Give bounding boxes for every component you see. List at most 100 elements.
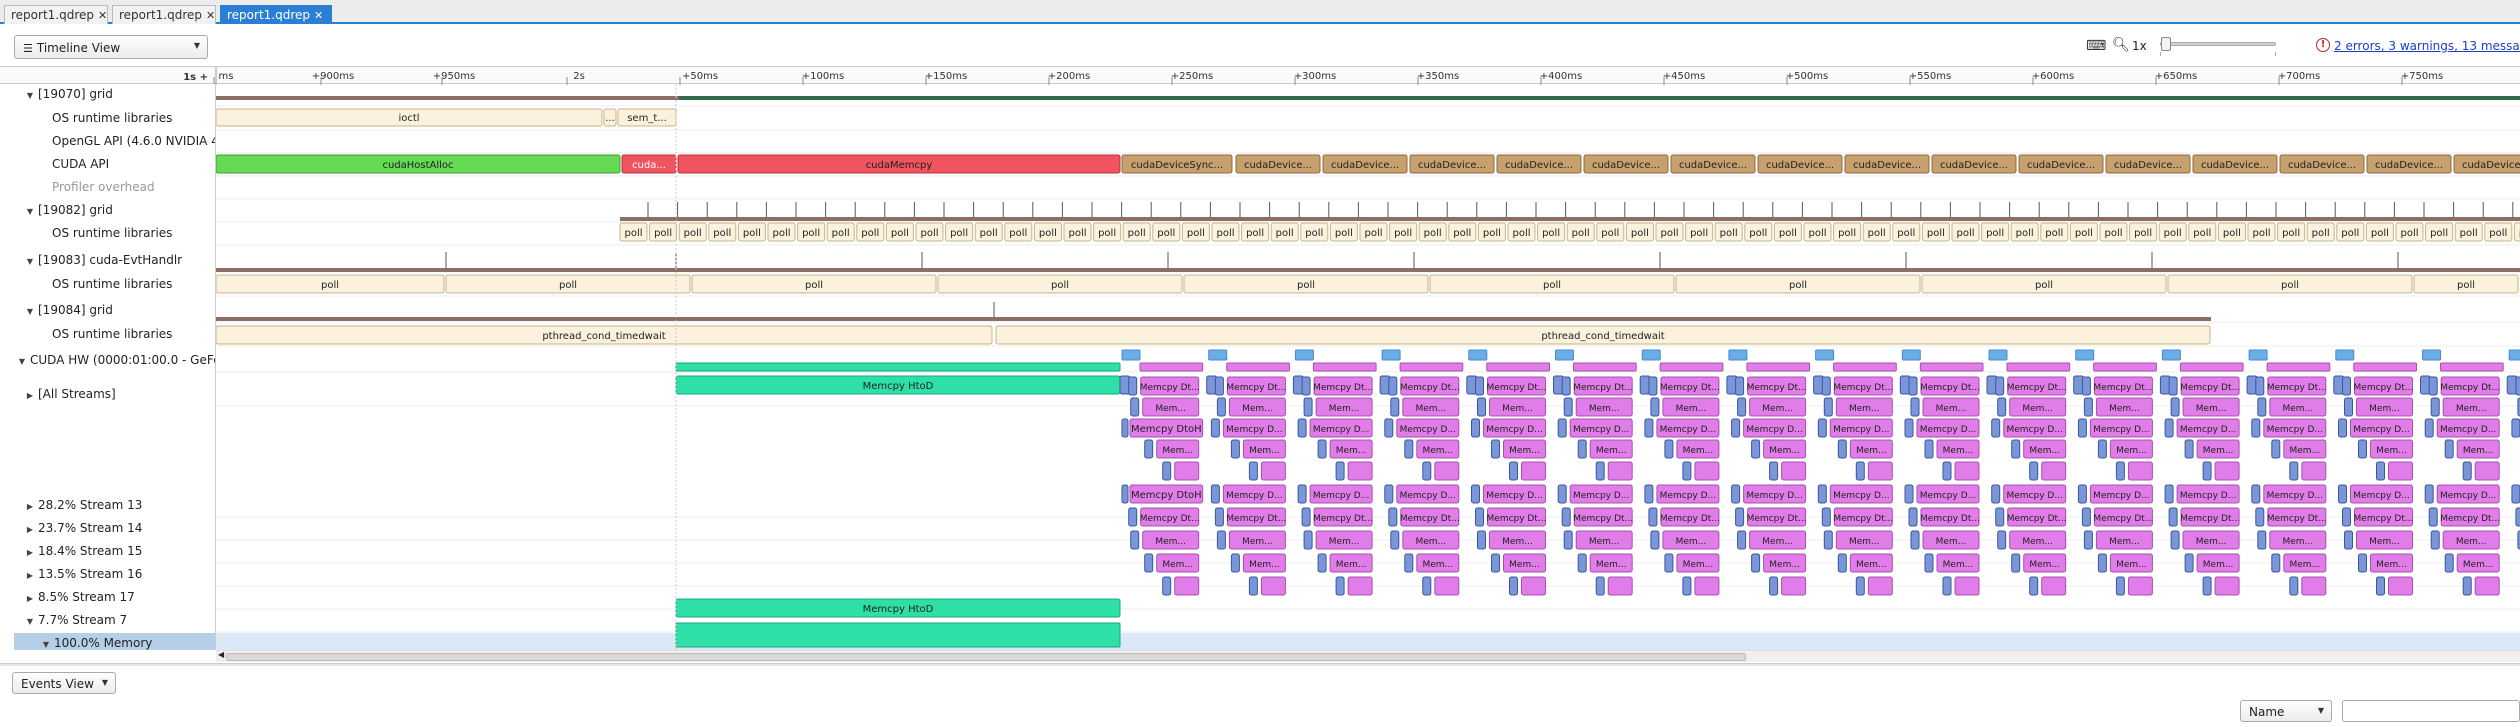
zoom-slider[interactable] xyxy=(2160,37,2276,51)
kernel-event[interactable] xyxy=(1301,507,1311,527)
kernel-event[interactable] xyxy=(1563,397,1573,417)
thread-activity-bar[interactable] xyxy=(216,317,2211,321)
kernel-event[interactable] xyxy=(1121,484,1129,504)
kernel-event[interactable] xyxy=(1644,484,1654,504)
kernel-event[interactable] xyxy=(1991,418,2001,438)
kernel-event[interactable] xyxy=(1509,461,1518,481)
hw-summary-bar[interactable] xyxy=(1833,362,1897,372)
kernel-event[interactable] xyxy=(2344,530,2353,550)
kernel-event[interactable] xyxy=(1821,376,1831,396)
row-label[interactable]: ▼ [19083] cuda-EvtHandlr xyxy=(14,250,215,270)
hw-summary-bar[interactable] xyxy=(2179,362,2244,372)
memcpy-event[interactable] xyxy=(1607,461,1633,481)
kernel-event[interactable] xyxy=(1731,418,1741,438)
expand-triangle-icon[interactable]: ▼ xyxy=(22,302,38,320)
kernel-event[interactable] xyxy=(2511,418,2520,438)
kernel-event[interactable] xyxy=(1388,376,1398,396)
kernel-event[interactable] xyxy=(1390,530,1400,550)
kernel-event[interactable] xyxy=(2428,376,2438,396)
kernel-event[interactable] xyxy=(2342,507,2351,527)
collapse-triangle-icon[interactable]: ▶ xyxy=(22,566,38,584)
kernel-event[interactable] xyxy=(2376,461,2385,481)
hw-kernel-summary[interactable] xyxy=(1468,349,1488,361)
kernel-event[interactable] xyxy=(1904,418,1914,438)
memcpy-event[interactable] xyxy=(2214,576,2240,596)
tab-report-2[interactable]: report1.qdrep ✕ xyxy=(112,5,216,24)
kernel-event[interactable] xyxy=(1404,553,1414,573)
close-icon[interactable]: ✕ xyxy=(206,9,215,22)
kernel-event[interactable] xyxy=(1214,507,1224,527)
kernel-event[interactable] xyxy=(1942,461,1952,481)
kernel-event[interactable] xyxy=(1317,439,1327,459)
kernel-event[interactable] xyxy=(1769,461,1779,481)
hw-kernel-summary[interactable] xyxy=(2075,349,2095,361)
kernel-event[interactable] xyxy=(2338,418,2347,438)
kernel-event[interactable] xyxy=(2251,484,2261,504)
row-label[interactable]: ▼ [19084] grid xyxy=(14,300,215,320)
hw-kernel-summary[interactable] xyxy=(1294,349,1314,361)
kernel-event[interactable] xyxy=(1682,461,1692,481)
kernel-event[interactable] xyxy=(1162,576,1172,596)
collapse-triangle-icon[interactable]: ▶ xyxy=(22,543,38,561)
hw-summary-bar[interactable] xyxy=(1659,362,1724,372)
kernel-event[interactable] xyxy=(1731,484,1741,504)
row-label[interactable]: CUDA API xyxy=(14,154,215,174)
kernel-event[interactable] xyxy=(2164,484,2174,504)
kernel-event[interactable] xyxy=(1210,418,1220,438)
kernel-event[interactable] xyxy=(1297,484,1307,504)
kernel-event[interactable] xyxy=(1823,530,1833,550)
kernel-event[interactable] xyxy=(1301,376,1311,396)
row-label[interactable]: Profiler overhead xyxy=(14,177,215,197)
kernel-event[interactable] xyxy=(1210,484,1220,504)
hw-kernel-summary[interactable] xyxy=(1901,349,1921,361)
row-label[interactable]: OS runtime libraries xyxy=(14,274,215,294)
events-search-input[interactable] xyxy=(2342,700,2520,722)
kernel-event[interactable] xyxy=(1650,397,1660,417)
memcpy-event[interactable] xyxy=(1260,576,1286,596)
kernel-event[interactable] xyxy=(1561,507,1571,527)
memcpy-event[interactable] xyxy=(1867,461,1893,481)
memcpy-event[interactable] xyxy=(1521,461,1546,481)
kernel-event[interactable] xyxy=(2376,576,2385,596)
memcpy-event[interactable] xyxy=(1694,576,1720,596)
events-view-selector[interactable]: Events View ▼ xyxy=(12,672,116,694)
kernel-event[interactable] xyxy=(2097,553,2107,573)
kernel-event[interactable] xyxy=(2338,484,2347,504)
zoom-slider-handle[interactable] xyxy=(2161,37,2171,51)
kernel-event[interactable] xyxy=(1682,576,1692,596)
hw-summary-bar[interactable] xyxy=(1139,362,1204,372)
hw-kernel-summary[interactable] xyxy=(2508,349,2520,361)
kernel-event[interactable] xyxy=(1214,376,1224,396)
hw-kernel-summary[interactable] xyxy=(2161,349,2181,361)
kernel-event[interactable] xyxy=(2184,439,2194,459)
kernel-event[interactable] xyxy=(1644,418,1654,438)
row-label[interactable]: OS runtime libraries xyxy=(14,108,215,128)
kernel-event[interactable] xyxy=(1991,484,2001,504)
kernel-event[interactable] xyxy=(1509,576,1518,596)
kernel-event[interactable] xyxy=(2358,439,2367,459)
row-label[interactable]: ▼ 100.0% Memory xyxy=(14,633,215,650)
kernel-event[interactable] xyxy=(1577,553,1587,573)
memcpy-event[interactable] xyxy=(2214,461,2240,481)
kernel-event[interactable] xyxy=(1751,553,1761,573)
hw-summary-bar[interactable] xyxy=(2353,362,2418,372)
kernel-event[interactable] xyxy=(1595,576,1605,596)
kernel-event[interactable] xyxy=(2257,397,2267,417)
kernel-event[interactable] xyxy=(2424,418,2434,438)
kernel-event[interactable] xyxy=(1230,439,1240,459)
kernel-event[interactable] xyxy=(1855,576,1865,596)
horizontal-scrollbar[interactable]: ◀ xyxy=(216,650,2520,662)
collapse-triangle-icon[interactable]: ▶ xyxy=(22,386,38,404)
memcpy-event[interactable] xyxy=(1347,576,1373,596)
kernel-event[interactable] xyxy=(1997,397,2007,417)
kernel-event[interactable] xyxy=(2170,397,2180,417)
kernel-event[interactable] xyxy=(1737,530,1747,550)
keyboard-icon[interactable]: ⌨ xyxy=(2086,38,2106,54)
hw-summary-bar[interactable] xyxy=(675,362,1121,372)
row-label[interactable]: OpenGL API (4.6.0 NVIDIA 440.33.01) xyxy=(14,131,215,151)
kernel-event[interactable] xyxy=(1751,439,1761,459)
tab-report-1[interactable]: report1.qdrep ✕ xyxy=(4,5,108,24)
row-label[interactable]: ▶ 28.2% Stream 13 xyxy=(14,495,215,515)
thread-activity-bar[interactable] xyxy=(679,96,2520,100)
memcpy-event[interactable] xyxy=(1434,461,1460,481)
